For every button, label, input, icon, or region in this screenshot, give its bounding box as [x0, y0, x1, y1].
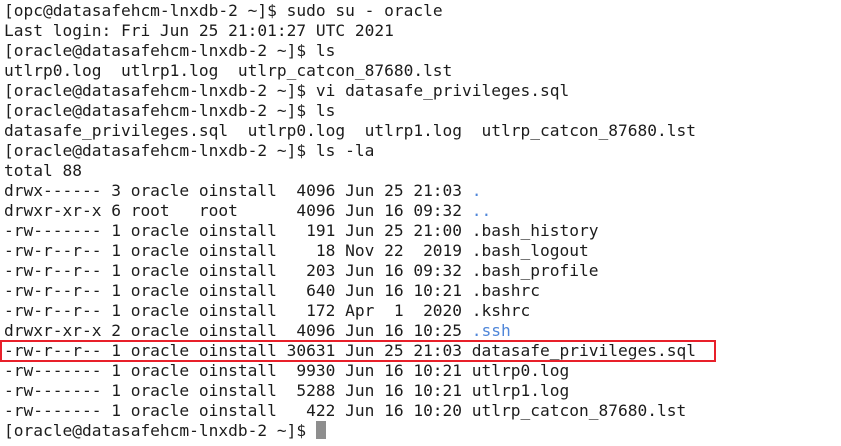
file-meta: drwxr-xr-x 6 root root 4096 Jun 16 09:32 — [4, 201, 472, 220]
file-name: .bash_logout — [471, 241, 589, 260]
shell-prompt: [oracle@datasafehcm-lnxdb-2 ~]$ — [4, 81, 316, 100]
output-text: datasafe_privileges.sql utlrp0.log utlrp… — [4, 121, 696, 140]
file-meta: -rw------- 1 oracle oinstall 9930 Jun 16… — [4, 361, 472, 380]
command-text: sudo su - oracle — [286, 1, 443, 20]
shell-prompt: [oracle@datasafehcm-lnxdb-2 ~]$ — [4, 101, 316, 120]
directory-name: .. — [471, 201, 492, 220]
command-text: ls -la — [315, 141, 375, 160]
listing-row: -rw-r--r-- 1 oracle oinstall 18 Nov 22 2… — [4, 241, 841, 261]
shell-prompt: [opc@datasafehcm-lnxdb-2 ~]$ — [4, 1, 287, 20]
file-meta: -rw-r--r-- 1 oracle oinstall 203 Jun 16 … — [4, 261, 472, 280]
command-text: ls — [315, 41, 336, 60]
listing-row: -rw------- 1 oracle oinstall 191 Jun 25 … — [4, 221, 841, 241]
listing-row-highlighted: -rw-r--r-- 1 oracle oinstall 30631 Jun 2… — [4, 341, 841, 361]
terminal-window[interactable]: [opc@datasafehcm-lnxdb-2 ~]$ sudo su - o… — [0, 0, 841, 446]
output-text: utlrp0.log utlrp1.log utlrp_catcon_87680… — [4, 61, 453, 80]
file-name: .kshrc — [471, 301, 531, 320]
listing-row: drwxr-xr-x 2 oracle oinstall 4096 Jun 16… — [4, 321, 841, 341]
file-meta: -rw------- 1 oracle oinstall 191 Jun 25 … — [4, 221, 472, 240]
file-meta: -rw-r--r-- 1 oracle oinstall 30631 Jun 2… — [4, 341, 472, 360]
output-text: Last login: Fri Jun 25 21:01:27 UTC 2021 — [4, 21, 394, 40]
output-line: datasafe_privileges.sql utlrp0.log utlrp… — [4, 121, 841, 141]
prompt-line: [oracle@datasafehcm-lnxdb-2 ~]$ vi datas… — [4, 81, 841, 101]
shell-prompt: [oracle@datasafehcm-lnxdb-2 ~]$ — [4, 141, 316, 160]
file-name: utlrp_catcon_87680.lst — [471, 401, 687, 420]
directory-name: . — [471, 181, 482, 200]
prompt-line: [oracle@datasafehcm-lnxdb-2 ~]$ ls -la — [4, 141, 841, 161]
prompt-line: [opc@datasafehcm-lnxdb-2 ~]$ sudo su - o… — [4, 1, 841, 21]
listing-row: -rw------- 1 oracle oinstall 5288 Jun 16… — [4, 381, 841, 401]
file-name: .bash_profile — [471, 261, 599, 280]
file-meta: -rw------- 1 oracle oinstall 422 Jun 16 … — [4, 401, 472, 420]
shell-prompt: [oracle@datasafehcm-lnxdb-2 ~]$ — [4, 41, 316, 60]
listing-row: -rw------- 1 oracle oinstall 9930 Jun 16… — [4, 361, 841, 381]
listing-row: -rw-r--r-- 1 oracle oinstall 172 Apr 1 2… — [4, 301, 841, 321]
prompt-line: [oracle@datasafehcm-lnxdb-2 ~]$ ls — [4, 101, 841, 121]
prompt-line: [oracle@datasafehcm-lnxdb-2 ~]$ ls — [4, 41, 841, 61]
file-name: utlrp0.log — [471, 361, 570, 380]
listing-row: -rw-r--r-- 1 oracle oinstall 203 Jun 16 … — [4, 261, 841, 281]
listing-row: -rw-r--r-- 1 oracle oinstall 640 Jun 16 … — [4, 281, 841, 301]
output-text: total 88 — [4, 161, 82, 180]
file-name: utlrp1.log — [471, 381, 570, 400]
shell-prompt: [oracle@datasafehcm-lnxdb-2 ~]$ — [4, 421, 316, 440]
prompt-line-active[interactable]: [oracle@datasafehcm-lnxdb-2 ~]$ — [4, 421, 841, 441]
file-name: datasafe_privileges.sql — [471, 341, 696, 360]
file-meta: drwxr-xr-x 2 oracle oinstall 4096 Jun 16… — [4, 321, 472, 340]
output-line: Last login: Fri Jun 25 21:01:27 UTC 2021 — [4, 21, 841, 41]
file-name: .bash_history — [471, 221, 599, 240]
file-meta: -rw------- 1 oracle oinstall 5288 Jun 16… — [4, 381, 472, 400]
output-line: utlrp0.log utlrp1.log utlrp_catcon_87680… — [4, 61, 841, 81]
listing-row: -rw------- 1 oracle oinstall 422 Jun 16 … — [4, 401, 841, 421]
file-meta: drwx------ 3 oracle oinstall 4096 Jun 25… — [4, 181, 472, 200]
directory-name: .ssh — [471, 321, 511, 340]
listing-row: drwxr-xr-x 6 root root 4096 Jun 16 09:32… — [4, 201, 841, 221]
file-meta: -rw-r--r-- 1 oracle oinstall 172 Apr 1 2… — [4, 301, 472, 320]
listing-row: drwx------ 3 oracle oinstall 4096 Jun 25… — [4, 181, 841, 201]
file-meta: -rw-r--r-- 1 oracle oinstall 18 Nov 22 2… — [4, 241, 472, 260]
file-name: .bashrc — [471, 281, 541, 300]
output-line: total 88 — [4, 161, 841, 181]
command-text: vi datasafe_privileges.sql — [315, 81, 570, 100]
command-text: ls — [315, 101, 336, 120]
file-meta: -rw-r--r-- 1 oracle oinstall 640 Jun 16 … — [4, 281, 472, 300]
text-cursor — [315, 421, 326, 439]
